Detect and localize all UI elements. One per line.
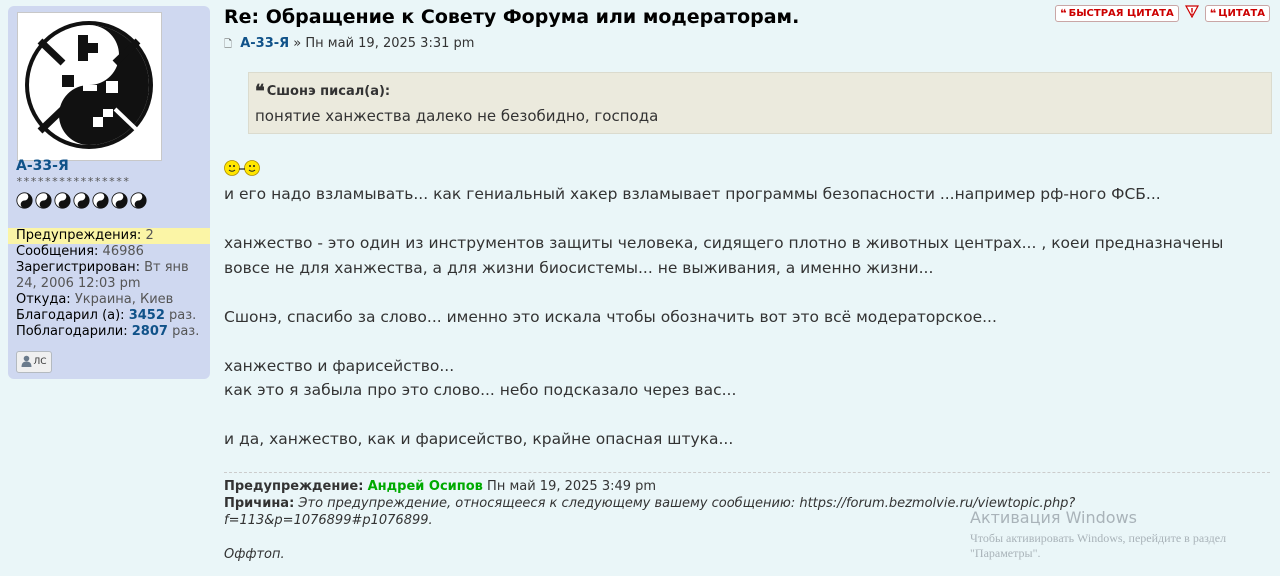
- avatar-hunab-ku-image: [25, 21, 153, 149]
- smiley-icon: [224, 159, 262, 181]
- quote-text: понятие ханжества далеко не безобидно, г…: [255, 107, 659, 125]
- post-paragraph: ханжество и фарисейство... как это я заб…: [224, 356, 737, 400]
- quick-quote-button[interactable]: ❝ БЫСТРАЯ ЦИТАТА: [1055, 4, 1179, 22]
- warnings-label: Предупреждения:: [16, 228, 142, 243]
- post-meta: 🗋 А-33-Я » Пн май 19, 2025 3:31 pm: [224, 36, 474, 54]
- yin-yang-icon: [54, 192, 71, 209]
- warnings-value: 2: [145, 228, 154, 243]
- avatar[interactable]: [17, 12, 162, 161]
- activation-title: Активация Windows: [970, 508, 1137, 527]
- warnings-row: Предупреждения: 2: [8, 228, 210, 244]
- pm-label: ЛС: [33, 357, 47, 367]
- quote-button[interactable]: ❝ ЦИТАТА: [1204, 4, 1270, 22]
- warning-divider: [224, 472, 1270, 473]
- reason-text: Это предупреждение, относящееся к следую…: [224, 496, 1076, 528]
- post-link-icon[interactable]: 🗋: [224, 39, 232, 50]
- from-row: Откуда: Украина, Киев: [8, 292, 210, 308]
- thanked-by-label: Поблагодарили:: [16, 324, 128, 339]
- registered-row: Зарегистрирован: Вт янв 24, 2006 12:03 p…: [8, 260, 210, 292]
- post-paragraph: и да, ханжество, как и фарисейство, край…: [224, 430, 734, 448]
- post-content: и его надо взламывать... как гениальный …: [224, 182, 1269, 476]
- posts-label: Сообщения:: [16, 244, 99, 259]
- meta-separator: »: [293, 36, 302, 51]
- from-value: Украина, Киев: [74, 292, 174, 307]
- reason-label: Причина:: [224, 496, 295, 511]
- thanked-by-times: раз.: [172, 324, 200, 339]
- post-paragraph: и его надо взламывать... как гениальный …: [224, 185, 1161, 203]
- yin-yang-icon: [73, 192, 90, 209]
- quote-icon: ❝: [1060, 6, 1067, 20]
- warning-header: Предупреждение: Андрей Осипов Пн май 19,…: [224, 478, 1224, 495]
- posts-row: Сообщения: 46986: [8, 244, 210, 260]
- yin-yang-icon: [35, 192, 52, 209]
- yin-yang-icon: [92, 192, 109, 209]
- thanked-times: раз.: [169, 308, 197, 323]
- quote-icon: ❝: [1209, 6, 1217, 20]
- post-profile: А-33-Я **************** Предупреждения: …: [8, 6, 210, 379]
- post-date: Пн май 19, 2025 3:31 pm: [305, 36, 475, 51]
- profile-details: Предупреждения: 2 Сообщения: 46986 Зарег…: [8, 228, 210, 340]
- from-label: Откуда:: [16, 292, 71, 307]
- thanked-label: Благодарил (а):: [16, 308, 125, 323]
- activation-text: Чтобы активировать Windows, перейдите в …: [970, 531, 1227, 545]
- registered-label: Зарегистрирован:: [16, 260, 140, 275]
- yin-yang-icon: [111, 192, 128, 209]
- report-button[interactable]: [1184, 4, 1199, 22]
- posts-value[interactable]: 46986: [103, 244, 144, 259]
- post-paragraph: Сшонэ, спасибо за слово... именно это ис…: [224, 307, 997, 326]
- username[interactable]: А-33-Я: [16, 158, 69, 174]
- thanked-by-value[interactable]: 2807: [132, 324, 168, 339]
- quote-mark-icon: ❝: [255, 81, 265, 102]
- quote-author: Сшонэ писал(а):: [266, 84, 391, 99]
- post: А-33-Я **************** Предупреждения: …: [0, 0, 1280, 576]
- warning-label: Предупреждение:: [224, 479, 364, 494]
- quote-block: ❝ Сшонэ писал(а): понятие ханжества далек…: [248, 72, 1272, 134]
- thanked-value[interactable]: 3452: [129, 308, 165, 323]
- windows-activation-watermark: Активация Windows Чтобы активировать Win…: [970, 508, 1226, 561]
- post-title[interactable]: Re: Обращение к Совету Форума или модера…: [224, 6, 799, 28]
- warning-date: Пн май 19, 2025 3:49 pm: [487, 479, 657, 494]
- yin-yang-icon: [130, 192, 147, 209]
- user-icon: [21, 355, 32, 370]
- report-icon: [1184, 5, 1199, 19]
- private-message-button[interactable]: ЛС: [16, 351, 52, 373]
- post-author[interactable]: А-33-Я: [240, 36, 289, 51]
- post-buttons: ❝ БЫСТРАЯ ЦИТАТА ❝ ЦИТАТА: [1055, 4, 1270, 22]
- rank-stars: ****************: [16, 175, 130, 188]
- quote-cite: ❝ Сшонэ писал(а):: [255, 81, 390, 102]
- yin-yang-icon: [16, 192, 33, 209]
- quick-quote-label: БЫСТРАЯ ЦИТАТА: [1068, 7, 1174, 19]
- quote-label: ЦИТАТА: [1218, 7, 1265, 19]
- post-paragraph: ханжество - это один из инструментов защ…: [224, 234, 1224, 277]
- thanked-by-row: Поблагодарили: 2807 раз.: [8, 324, 210, 340]
- activation-text-2: "Параметры".: [970, 546, 1041, 560]
- thanked-row: Благодарил (а): 3452 раз.: [8, 308, 210, 324]
- rank-images: [16, 192, 147, 209]
- moderator-name[interactable]: Андрей Осипов: [368, 479, 483, 494]
